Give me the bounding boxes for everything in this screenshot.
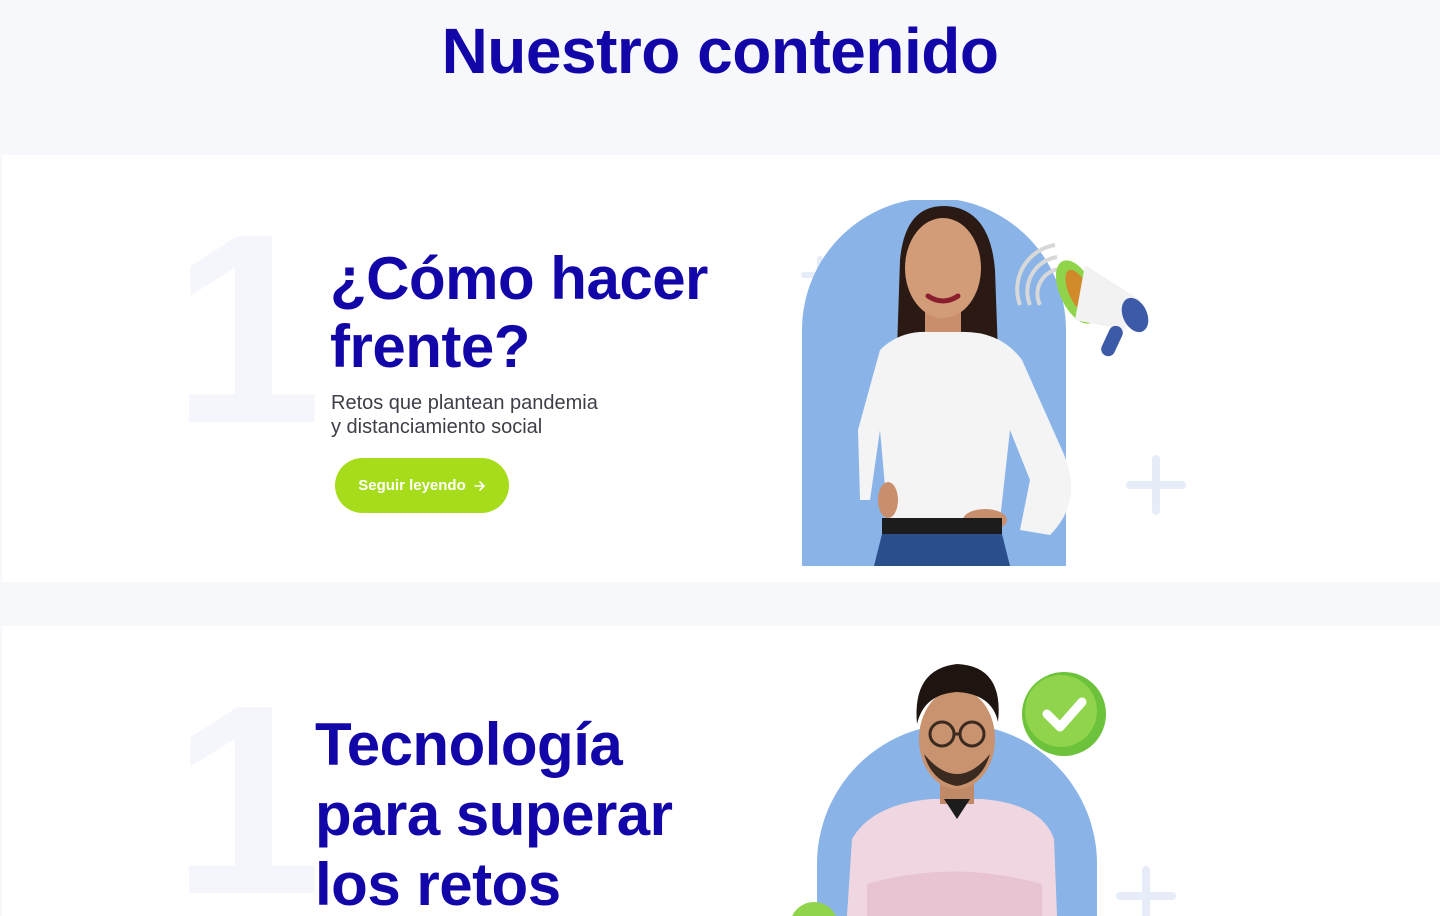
article-subtitle-line: y distanciamiento social <box>331 416 543 438</box>
article-number: 1 <box>172 650 323 916</box>
article-subtitle: Retos que plantean pandemia y distanciam… <box>331 391 651 439</box>
article-title-line: los retos <box>315 851 561 916</box>
article-title-line: frente? <box>330 313 530 380</box>
article-title-line: Tecnología <box>315 711 623 778</box>
article-card-2: 1 Tecnología para superar los retos <box>2 626 1440 916</box>
person-photo <box>802 200 1149 566</box>
arrow-right-icon <box>473 480 485 491</box>
plus-icon <box>1116 866 1176 916</box>
checkmark-icon <box>1022 672 1106 756</box>
article-card-1: 1 ¿Cómo hacer frente? Retos que plantean… <box>2 155 1440 582</box>
article-number: 1 <box>172 179 323 480</box>
person-photo <box>792 664 1106 916</box>
article-title-line: para superar <box>315 781 673 848</box>
article-title: ¿Cómo hacer frente? <box>330 245 770 381</box>
article-title: Tecnología para superar los retos <box>315 710 755 916</box>
page-title: Nuestro contenido <box>441 15 999 87</box>
article-subtitle-line: Retos que plantean pandemia <box>331 392 598 414</box>
article-title-line: ¿Cómo hacer <box>330 245 708 312</box>
read-more-button[interactable]: Seguir leyendo <box>335 458 509 513</box>
read-more-label: Seguir leyendo <box>358 477 466 494</box>
